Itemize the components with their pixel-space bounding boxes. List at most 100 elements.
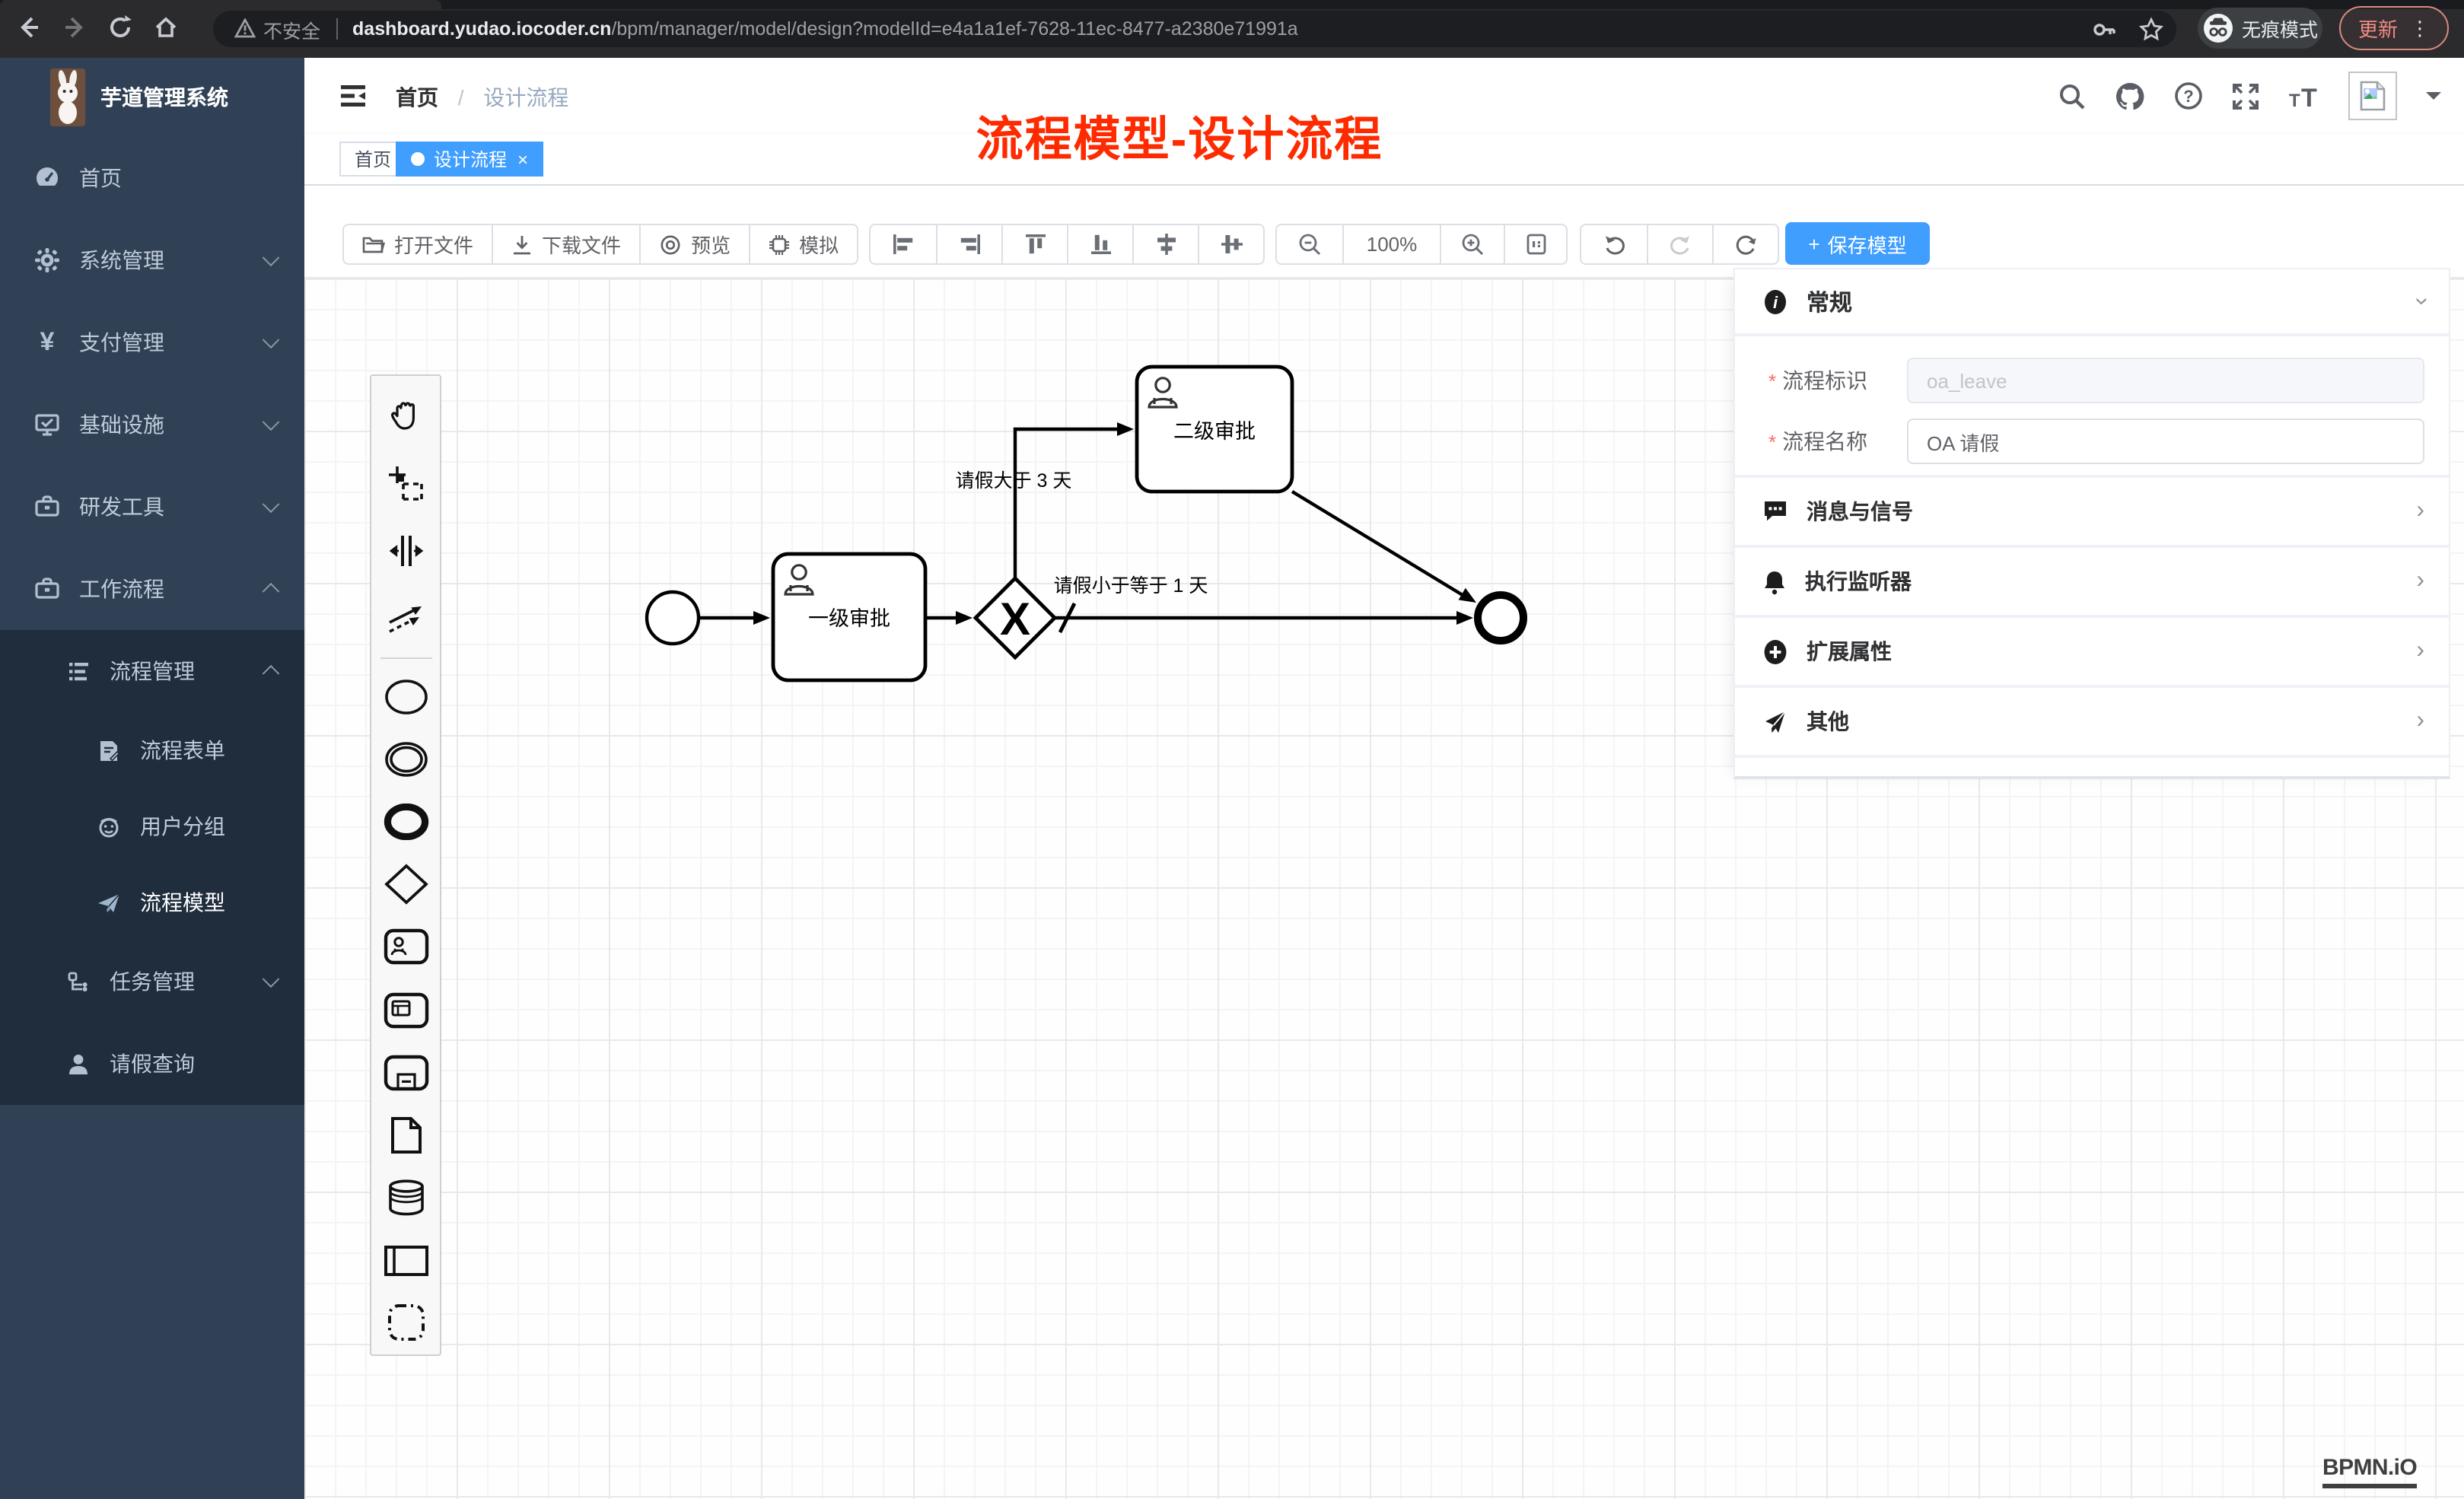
browser-reload-button[interactable]	[107, 14, 137, 44]
condition-label-gt3: 请假大于 3 天	[956, 470, 1072, 492]
app-logo[interactable]: 芋道管理系统	[0, 58, 304, 137]
bpmn-io-logo[interactable]: BPMN.iO	[2322, 1455, 2417, 1488]
panel-section-other[interactable]: 其他 ›	[1735, 688, 2449, 758]
url-host: dashboard.yudao.iocoder.cn	[352, 18, 611, 40]
sidebar-item-devtools[interactable]: 研发工具	[0, 466, 304, 548]
browser-home-button[interactable]	[152, 14, 183, 44]
svg-text:?: ?	[2183, 87, 2193, 106]
zoom-out-button[interactable]	[1277, 225, 1342, 263]
arrowhead	[1456, 611, 1473, 625]
general-fields: * 流程标识 * 流程名称	[1735, 336, 2449, 478]
sidebar-item-system[interactable]: 系统管理	[0, 219, 304, 301]
refresh-button[interactable]	[1712, 225, 1778, 263]
zoom-in-button[interactable]	[1440, 225, 1504, 263]
browser-back-button[interactable]	[15, 14, 46, 44]
browser-forward-button[interactable]	[61, 14, 91, 44]
align-center-vertical-button[interactable]	[1198, 225, 1263, 263]
font-size-icon[interactable]: TT	[2287, 81, 2321, 110]
sidebar-item-task-mgmt[interactable]: 任务管理	[0, 940, 304, 1023]
search-icon[interactable]	[2058, 81, 2087, 110]
sidebar-menu: 首页 系统管理 ¥ 支付管理 基础设施	[0, 137, 304, 1105]
align-top-button[interactable]	[1001, 225, 1067, 263]
sidebar-item-process-model[interactable]: 流程模型	[0, 864, 304, 940]
panel-section-title: 执行监听器	[1805, 566, 1912, 597]
align-bottom-button[interactable]	[1067, 225, 1132, 263]
undo-button[interactable]	[1581, 225, 1647, 263]
panel-section-extensions[interactable]: 扩展属性 ›	[1735, 618, 2449, 688]
simulate-label: 模拟	[799, 230, 839, 259]
end-event[interactable]	[1478, 595, 1523, 641]
task-first-approval[interactable]: 一级审批	[773, 554, 925, 680]
zoom-reset-button[interactable]	[1504, 225, 1566, 263]
sidebar-item-process-form[interactable]: 流程表单	[0, 712, 304, 788]
preview-button[interactable]: 预览	[639, 225, 749, 263]
panel-section-general[interactable]: i 常规 ›	[1735, 269, 2449, 336]
arrowhead	[956, 611, 973, 625]
bookmark-star-icon[interactable]	[2138, 16, 2164, 42]
browser-tabstrip	[0, 0, 2464, 9]
browser-update-button[interactable]: 更新 ⋮	[2339, 6, 2449, 50]
user-icon	[64, 1050, 91, 1077]
sidebar-item-label: 任务管理	[110, 966, 195, 997]
align-center-horizontal-button[interactable]	[1132, 225, 1198, 263]
redo-button[interactable]	[1647, 225, 1712, 263]
undo-icon	[1602, 233, 1626, 256]
fullscreen-icon[interactable]	[2231, 81, 2260, 110]
browser-address-bar[interactable]: 不安全 dashboard.yudao.iocoder.cn/bpm/manag…	[213, 11, 2176, 47]
chevron-down-icon	[263, 331, 280, 348]
help-icon[interactable]: ?	[2173, 81, 2204, 111]
sidebar-item-home[interactable]: 首页	[0, 137, 304, 219]
breadcrumb-home[interactable]: 首页	[396, 85, 438, 110]
send-icon	[94, 889, 122, 916]
zoom-level-value: 100%	[1367, 233, 1418, 256]
svg-text:i: i	[1773, 292, 1778, 311]
task-second-approval[interactable]: 二级审批	[1137, 367, 1292, 492]
kebab-menu-icon[interactable]: ⋮	[2410, 16, 2430, 40]
download-file-button[interactable]: 下载文件	[492, 225, 639, 263]
sidebar: 芋道管理系统 首页 系统管理 ¥ 支付管理	[0, 58, 304, 1499]
sidebar-item-user-group[interactable]: 用户分组	[0, 788, 304, 864]
chevron-right-icon: ›	[2416, 498, 2424, 525]
sidebar-collapse-button[interactable]	[338, 81, 368, 111]
sidebar-item-label: 流程管理	[110, 656, 195, 686]
security-label[interactable]: 不安全	[263, 14, 320, 43]
panel-section-messages[interactable]: 消息与信号 ›	[1735, 478, 2449, 548]
key-icon[interactable]	[2091, 16, 2117, 42]
incognito-badge: 无痕模式	[2198, 8, 2322, 49]
sidebar-item-label: 流程表单	[140, 735, 225, 765]
panel-section-title: 扩展属性	[1807, 636, 1892, 667]
process-name-input[interactable]	[1907, 419, 2424, 464]
align-right-button[interactable]	[936, 225, 1001, 263]
start-event[interactable]	[647, 592, 699, 644]
sidebar-item-payment[interactable]: ¥ 支付管理	[0, 301, 304, 384]
panel-section-title: 常规	[1807, 285, 1852, 317]
simulate-button[interactable]: 模拟	[749, 225, 857, 263]
process-key-label: 流程标识	[1782, 365, 1892, 396]
chevron-down-icon: ›	[2407, 298, 2434, 306]
github-icon[interactable]	[2114, 80, 2146, 112]
tag-close-icon[interactable]: ×	[517, 150, 528, 168]
process-name-field: * 流程名称	[1735, 419, 2449, 464]
sidebar-item-process-mgmt[interactable]: 流程管理	[0, 630, 304, 712]
sidebar-item-infra[interactable]: 基础设施	[0, 384, 304, 466]
open-file-button[interactable]: 打开文件	[344, 225, 492, 263]
tag-design-process[interactable]: 设计流程 ×	[396, 142, 543, 177]
zoom-in-icon	[1461, 233, 1484, 256]
browser-tab[interactable]	[0, 0, 441, 9]
svg-text:T: T	[2301, 83, 2317, 110]
sidebar-item-leave-query[interactable]: 请假查询	[0, 1023, 304, 1105]
url-path: /bpm/manager/model/design?modelId=e4a1a1…	[611, 18, 1297, 40]
panel-section-listeners[interactable]: 执行监听器 ›	[1735, 548, 2449, 618]
avatar[interactable]	[2348, 72, 2397, 120]
flow-task2-to-end[interactable]	[1292, 492, 1463, 595]
exclusive-gateway[interactable]: X	[976, 578, 1055, 657]
caret-down-icon[interactable]	[2424, 90, 2443, 102]
save-model-button[interactable]: + 保存模型	[1785, 222, 1930, 265]
flow-gateway-to-task2[interactable]	[1015, 429, 1117, 578]
align-left-button[interactable]	[871, 225, 936, 263]
dashboard-icon	[33, 164, 61, 192]
process-key-input[interactable]	[1907, 358, 2424, 403]
sidebar-item-workflow[interactable]: 工作流程	[0, 548, 304, 630]
zoom-level[interactable]: 100%	[1342, 225, 1440, 263]
yen-icon: ¥	[33, 329, 61, 356]
